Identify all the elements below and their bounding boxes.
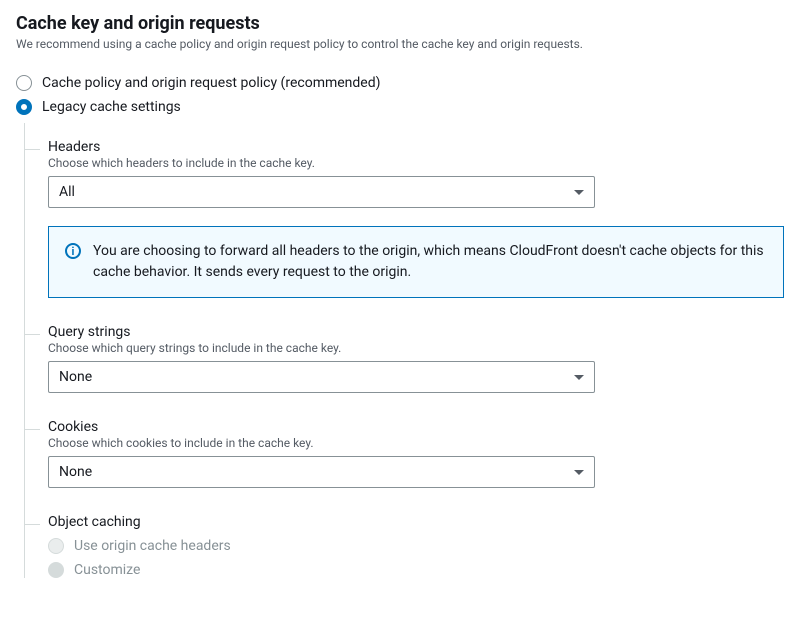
headers-label: Headers bbox=[48, 139, 776, 155]
cookies-label: Cookies bbox=[48, 419, 776, 435]
query-strings-label: Query strings bbox=[48, 324, 776, 340]
tree-connector bbox=[24, 149, 40, 150]
headers-info-alert: i You are choosing to forward all header… bbox=[48, 226, 784, 298]
radio-label: Legacy cache settings bbox=[42, 99, 181, 115]
section-title: Cache key and origin requests bbox=[16, 12, 776, 35]
radio-disabled-icon bbox=[48, 538, 64, 554]
object-caching-field: Object caching Use origin cache headers … bbox=[48, 498, 776, 578]
headers-field: Headers Choose which headers to include … bbox=[48, 123, 776, 298]
select-value: None bbox=[59, 369, 92, 385]
radio-disabled-icon bbox=[48, 562, 64, 578]
headers-select[interactable]: All bbox=[48, 176, 595, 208]
section-header: Cache key and origin requests We recomme… bbox=[16, 12, 776, 51]
object-caching-label: Object caching bbox=[48, 514, 776, 530]
tree-connector bbox=[24, 334, 40, 335]
radio-label: Use origin cache headers bbox=[74, 538, 231, 554]
info-icon: i bbox=[65, 243, 81, 259]
query-strings-field: Query strings Choose which query strings… bbox=[48, 308, 776, 393]
cookies-field: Cookies Choose which cookies to include … bbox=[48, 403, 776, 488]
radio-use-origin-cache-headers: Use origin cache headers bbox=[48, 538, 776, 554]
radio-label: Customize bbox=[74, 562, 140, 578]
radio-label: Cache policy and origin request policy (… bbox=[42, 75, 381, 91]
cookies-select[interactable]: None bbox=[48, 456, 595, 488]
headers-hint: Choose which headers to include in the c… bbox=[48, 156, 776, 170]
radio-checked-icon bbox=[16, 99, 32, 115]
radio-legacy-cache-settings[interactable]: Legacy cache settings bbox=[16, 99, 776, 115]
alert-text: You are choosing to forward all headers … bbox=[93, 241, 767, 283]
select-value: None bbox=[59, 464, 92, 480]
chevron-down-icon bbox=[574, 375, 584, 380]
cookies-hint: Choose which cookies to include in the c… bbox=[48, 436, 776, 450]
cache-mode-radio-group: Cache policy and origin request policy (… bbox=[16, 75, 776, 115]
radio-unchecked-icon bbox=[16, 75, 32, 91]
query-strings-hint: Choose which query strings to include in… bbox=[48, 341, 776, 355]
tree-connector bbox=[24, 429, 40, 430]
query-strings-select[interactable]: None bbox=[48, 361, 595, 393]
legacy-settings-panel: Headers Choose which headers to include … bbox=[24, 123, 776, 578]
select-value: All bbox=[59, 184, 75, 200]
tree-connector bbox=[24, 524, 40, 525]
radio-customize: Customize bbox=[48, 562, 776, 578]
radio-cache-policy-recommended[interactable]: Cache policy and origin request policy (… bbox=[16, 75, 776, 91]
section-subtitle: We recommend using a cache policy and or… bbox=[16, 37, 776, 51]
chevron-down-icon bbox=[574, 190, 584, 195]
chevron-down-icon bbox=[574, 470, 584, 475]
